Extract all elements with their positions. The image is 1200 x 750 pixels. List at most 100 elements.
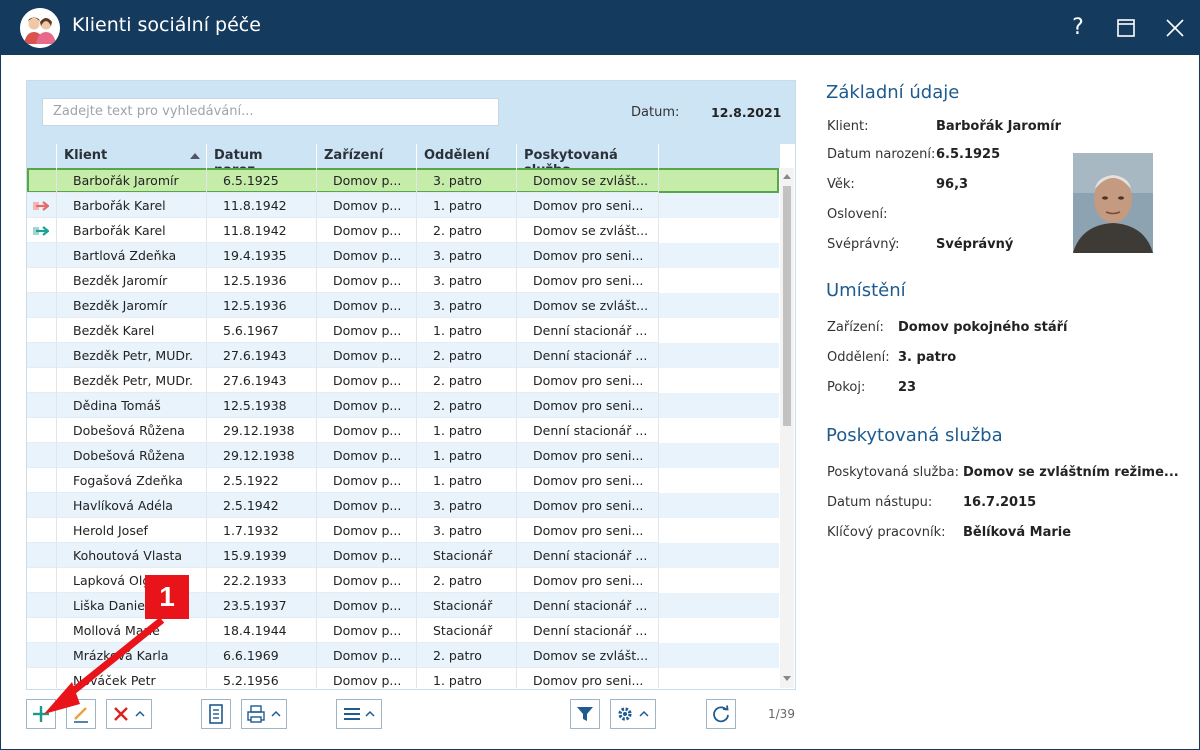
row-icon-cell (27, 318, 57, 343)
cell-born: 15.9.1939 (207, 543, 317, 568)
cell-service: Domov pro seni... (517, 193, 659, 218)
date-label: Datum: (631, 105, 680, 120)
table-row[interactable]: Barbořák Jaromír 6.5.1925 Domov p... 3. pat… (27, 168, 779, 193)
scroll-down-icon[interactable] (783, 676, 791, 681)
table-row[interactable]: Bezděk Petr, MUDr. 27.6.1943 Domov p... 2. … (27, 343, 779, 368)
column-header-facility[interactable]: Zařízení (317, 144, 417, 168)
column-header-client[interactable]: Klient (57, 144, 207, 168)
table-row[interactable]: Bezděk Jaromír 12.5.1936 Domov p... 3. patr… (27, 293, 779, 318)
age-label: Věk: (827, 177, 855, 192)
table-row[interactable]: Mollová Marie 18.4.1944 Domov p... Stacioná… (27, 618, 779, 643)
table-row[interactable]: Herold Josef 1.7.1932 Domov p... 3. patro Do… (27, 518, 779, 543)
help-button[interactable]: ? (1060, 10, 1096, 46)
table-row[interactable]: Bezděk Karel 5.6.1967 Domov p... 1. patro De… (27, 318, 779, 343)
cell-dept: 2. patro (417, 368, 517, 393)
cell-client: Fogašová Zdeňka (57, 468, 207, 493)
salutation-label: Oslovení: (827, 207, 888, 222)
date-value[interactable]: 12.8.2021 (711, 105, 781, 120)
filter-button[interactable] (570, 699, 600, 729)
table-row[interactable]: Bartlová Zdeňka 19.4.1935 Domov p... 3. pat… (27, 243, 779, 268)
cell-client: Bezděk Karel (57, 318, 207, 343)
cell-client: Barbořák Karel (57, 193, 207, 218)
cell-client: Mrázková Karla (57, 643, 207, 668)
table-row[interactable]: Lapková Olg 22.2.1933 Domov p... 2. patro Do… (27, 568, 779, 593)
table-row[interactable]: Bezděk Jaromír 12.5.1936 Domov p... 3. patr… (27, 268, 779, 293)
cell-facility: Domov p... (317, 218, 417, 243)
cell-facility: Domov p... (317, 518, 417, 543)
add-icon (33, 706, 49, 722)
cell-client: Dobešová Růžena (57, 418, 207, 443)
table-row[interactable]: Havlíková Adéla 2.5.1942 Domov p... 3. patr… (27, 493, 779, 518)
settings-button[interactable] (610, 699, 656, 729)
add-button[interactable] (26, 699, 56, 729)
search-input[interactable]: Zadejte text pro vyhledávání... (42, 98, 499, 126)
cell-born: 29.12.1938 (207, 443, 317, 468)
row-icon-cell (27, 593, 57, 618)
cell-client: Bartlová Zdeňka (57, 243, 207, 268)
column-header-department[interactable]: Oddělení (417, 144, 517, 168)
cell-service: Domov pro seni... (517, 493, 659, 518)
print-icon (247, 705, 281, 723)
row-icon-cell (27, 243, 57, 268)
window-title: Klienti sociální péče (72, 14, 261, 36)
client-label: Klient: (827, 119, 869, 134)
vertical-scrollbar[interactable] (780, 168, 794, 688)
cell-client: Kohoutová Vlasta (57, 543, 207, 568)
cell-dept: 1. patro (417, 668, 517, 688)
table-row[interactable]: Barbořák Karel 11.8.1942 Domov p... 2. patr… (27, 218, 779, 243)
row-icon-cell (27, 268, 57, 293)
maximize-button[interactable] (1108, 10, 1144, 46)
row-icon-cell (27, 218, 57, 243)
menu-icon (344, 708, 375, 720)
cell-facility: Domov p... (317, 543, 417, 568)
grid-rows: Barbořák Jaromír 6.5.1925 Domov p... 3. pat… (27, 168, 779, 688)
document-button[interactable] (201, 699, 231, 729)
cell-facility: Domov p... (317, 368, 417, 393)
cell-facility: Domov p... (317, 643, 417, 668)
table-row[interactable]: Dědina Tomáš 12.5.1938 Domov p... 2. patro D… (27, 393, 779, 418)
delete-button[interactable] (106, 699, 152, 729)
edit-button[interactable] (66, 699, 96, 729)
table-row[interactable]: Dobešová Růžena 29.12.1938 Domov p... 1. pa… (27, 418, 779, 443)
print-button[interactable] (241, 699, 287, 729)
start-date-label: Datum nástupu: (827, 495, 933, 510)
column-header-birthdate[interactable]: Datum naroz... (207, 144, 317, 178)
table-row[interactable]: Bezděk Petr, MUDr. 27.6.1943 Domov p... 2. … (27, 368, 779, 393)
grid-toolbar: Zadejte text pro vyhledávání... Datum: 1… (27, 81, 795, 144)
row-icon-cell (27, 343, 57, 368)
table-row[interactable]: Liška Daniel 23.5.1937 Domov p... Stacionář… (27, 593, 779, 618)
table-row[interactable]: Barbořák Karel 11.8.1942 Domov p... 1. patr… (27, 193, 779, 218)
cell-facility: Domov p... (317, 343, 417, 368)
help-icon: ? (1072, 15, 1084, 40)
cell-service: Denní stacionář ... (517, 593, 659, 618)
cell-facility: Domov p... (317, 268, 417, 293)
table-row[interactable]: Dobešová Růžena 29.12.1938 Domov p... 1. pa… (27, 443, 779, 468)
scroll-up-icon[interactable] (783, 174, 791, 179)
cell-dept: 1. patro (417, 418, 517, 443)
table-row[interactable]: Kohoutová Vlasta 15.9.1939 Domov p... Staci… (27, 543, 779, 568)
cell-facility: Domov p... (317, 243, 417, 268)
close-button[interactable] (1157, 10, 1193, 46)
menu-button[interactable] (336, 699, 382, 729)
table-row[interactable]: Mrázková Karla 6.6.1969 Domov p... 2. patro… (27, 643, 779, 668)
cell-dept: 2. patro (417, 218, 517, 243)
cell-born: 22.2.1933 (207, 568, 317, 593)
cell-facility: Domov p... (317, 393, 417, 418)
row-icon-cell (27, 168, 57, 193)
cell-client: Bezděk Jaromír (57, 268, 207, 293)
filter-icon (577, 707, 593, 721)
scrollbar-thumb[interactable] (783, 186, 791, 426)
client-photo (1073, 153, 1153, 253)
column-header-service[interactable]: Poskytovaná služba (517, 144, 659, 178)
table-row[interactable]: Nováček Petr 5.2.1956 Domov p... 1. patro Do… (27, 668, 779, 688)
cell-client: Bezděk Petr, MUDr. (57, 343, 207, 368)
table-row[interactable]: Fogašová Zdeňka 2.5.1922 Domov p... 1. patr… (27, 468, 779, 493)
birthdate-value: 6.5.1925 (936, 147, 1001, 162)
cell-facility: Domov p... (317, 668, 417, 688)
cell-facility: Domov p... (317, 468, 417, 493)
cell-facility: Domov p... (317, 168, 417, 193)
cell-born: 6.5.1925 (207, 168, 317, 193)
competence-value: Svéprávný (936, 237, 1014, 252)
cell-client: Havlíková Adéla (57, 493, 207, 518)
refresh-button[interactable] (706, 699, 736, 729)
